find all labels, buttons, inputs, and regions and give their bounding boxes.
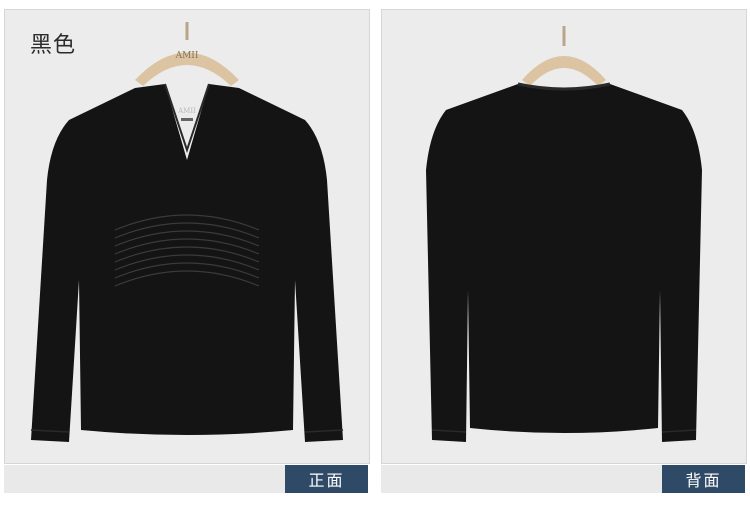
front-caption-bar: 正面 xyxy=(4,465,368,493)
back-view-badge: 背面 xyxy=(662,465,745,493)
hanger-front: AMII xyxy=(135,22,239,86)
shirt-tag-text: AMII xyxy=(177,107,196,115)
color-label: 黑色 xyxy=(30,33,77,58)
hanger-back xyxy=(522,26,606,86)
front-view-badge: 正面 xyxy=(285,465,368,493)
back-shirt-photo xyxy=(426,26,702,442)
back-shirt-body xyxy=(426,84,702,442)
hanger-brand-text: AMII xyxy=(175,51,199,61)
back-photo-panel xyxy=(381,9,747,464)
front-photo-panel: AMII AMII 黑色 xyxy=(4,9,370,464)
back-caption-bar: 背面 xyxy=(381,465,745,493)
front-shirt-photo: AMII AMII xyxy=(30,22,344,442)
